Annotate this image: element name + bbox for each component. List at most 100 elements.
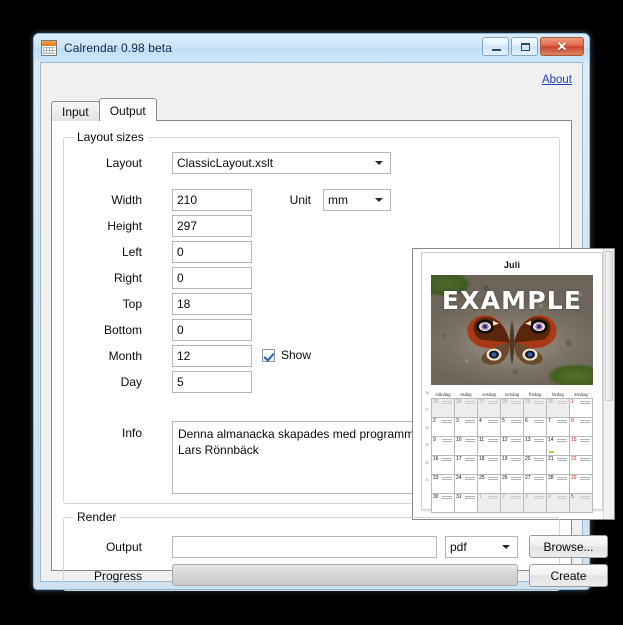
calendar-icon [41,40,57,56]
calendar-week-number: 31 [425,478,429,482]
calendar-day-cell: 29 [569,474,593,494]
calendar-day-note [580,477,590,480]
calendar-day-cell: 24 [454,474,478,494]
width-label: Width [111,193,142,207]
calendar-day-cell: 5 [500,417,524,437]
calendar-day-cell: 1 [569,398,593,418]
chevron-down-icon [375,161,383,165]
tab-page-output: Layout sizes Layout ClassicLayout.xslt W… [51,120,615,591]
calendar-day-cell: 8 [569,417,593,437]
calendar-day-note [511,401,521,404]
calendar-day-note [580,439,590,442]
day-label: Day [120,375,142,389]
weekday-fri: fredag [529,392,541,397]
tab-input[interactable]: Input [51,101,100,121]
tab-strip: Input Output [51,98,157,121]
unit-select[interactable]: mm [323,189,391,211]
calendar-day-cell: 5 [569,493,593,513]
preview-scrollbar[interactable] [603,249,614,519]
calendar-day-note [557,401,567,404]
calendar-day-cell: 25 [431,398,455,418]
calendar-day-cell: 20 [523,455,547,475]
layout-select[interactable]: ClassicLayout.xslt [172,152,391,174]
calendar-body: 25 26 27 28 29 30 1 2 3 4 5 6 7 8 9 10 11 12 13 14 15 16 17 18 1… [431,398,593,513]
window-controls: ✕ [482,37,584,56]
chevron-down-icon [502,545,510,549]
checkmark-icon [262,348,275,362]
calendar-day-cell: 16 [431,455,455,475]
calendar-day-cell: 30 [546,398,570,418]
calendar-day-note [534,458,544,461]
calendar-day-cell: 27 [477,398,501,418]
calendar-day-note [557,477,567,480]
calendar-week-number: 27 [425,408,429,413]
weekday-sat: lördag [552,392,564,397]
right-input[interactable]: 0 [172,267,252,289]
bottom-input[interactable]: 0 [172,319,252,341]
calendar-day-note [534,496,544,499]
weekday-sun: söndag [574,392,588,397]
calendar-day-note [465,439,475,442]
application-window: Calrendar 0.98 beta ✕ About Input Output [33,33,615,591]
layout-label: Layout [105,156,142,170]
calendar-header-row: måndag tisdag onsdag torsdag fredag lörd… [432,391,593,399]
browse-button[interactable]: Browse... [529,535,608,558]
top-input[interactable]: 18 [172,293,252,315]
calendar-day-note [442,477,452,480]
output-path-input[interactable] [172,536,437,558]
layout-select-value: ClassicLayout.xslt [177,156,274,170]
top-label: Top [122,297,142,311]
show-checkbox[interactable]: Show [262,348,311,362]
close-icon: ✕ [556,39,568,54]
calendar-day-cell: 22 [569,455,593,475]
calendar-week-row: 25 26 27 28 29 30 1 [431,398,593,418]
height-input[interactable]: 297 [172,215,252,237]
calendar-day-cell: 3 [523,493,547,513]
calendar-day-note [534,477,544,480]
left-input[interactable]: 0 [172,241,252,263]
about-link[interactable]: About [542,74,572,86]
preview-scrollbar-thumb[interactable] [605,251,613,401]
weekday-tue: tisdag [460,392,472,397]
calendar-day-cell: 2 [500,493,524,513]
minimize-button[interactable] [482,37,509,56]
calendar-day-cell: 4 [477,417,501,437]
progress-label: Progress [93,569,142,583]
calendar-day-cell: 30 [431,493,455,513]
calendar-preview-panel[interactable]: Juli EXAMPLE måndag tisdag onsdag torsda… [412,248,615,520]
calendar-day-note [465,401,475,404]
calendar-day-cell: 19 [500,455,524,475]
format-select-value: pdf [450,540,467,554]
calendar-week-row: 2345678 [431,417,593,437]
weekday-thu: torsdag [505,392,519,397]
calendar-day-note [511,496,521,499]
tab-output[interactable]: Output [98,98,157,121]
calendar-day-cell: 15 [569,436,593,456]
width-input[interactable]: 210 [172,189,252,211]
calendar-day-note [557,496,567,499]
calendar-day-cell: 10 [454,436,478,456]
render-title: Render [73,510,121,524]
month-input[interactable]: 12 [172,345,252,367]
calendar-day-cell: 13 [523,436,547,456]
title-bar: Calrendar 0.98 beta ✕ [34,34,589,62]
format-select[interactable]: pdf [445,536,518,558]
calendar-week-number: 30 [425,460,429,465]
maximize-button[interactable] [511,37,538,56]
create-button[interactable]: Create [529,564,608,587]
calendar-day-note [442,420,452,423]
client-area: About Input Output Layout sizes Layout C… [40,62,615,591]
day-input[interactable]: 5 [172,371,252,393]
calendar-week-row: 23 24 25 26 27 28 29 [431,474,593,494]
minimize-icon [492,49,501,51]
calendar-day-cell: 1 [477,493,501,513]
calendar-day-cell: 12 [500,436,524,456]
calendar-day-note [580,401,590,404]
preview-calendar-grid: måndag tisdag onsdag torsdag fredag lörd… [431,391,593,513]
screen: Calrendar 0.98 beta ✕ About Input Output [0,0,623,625]
close-button[interactable]: ✕ [540,37,584,56]
calendar-day-note [557,420,567,423]
month-label: Month [108,349,142,363]
calendar-day-note [580,458,590,461]
calendar-day-cell: 23 [431,474,455,494]
